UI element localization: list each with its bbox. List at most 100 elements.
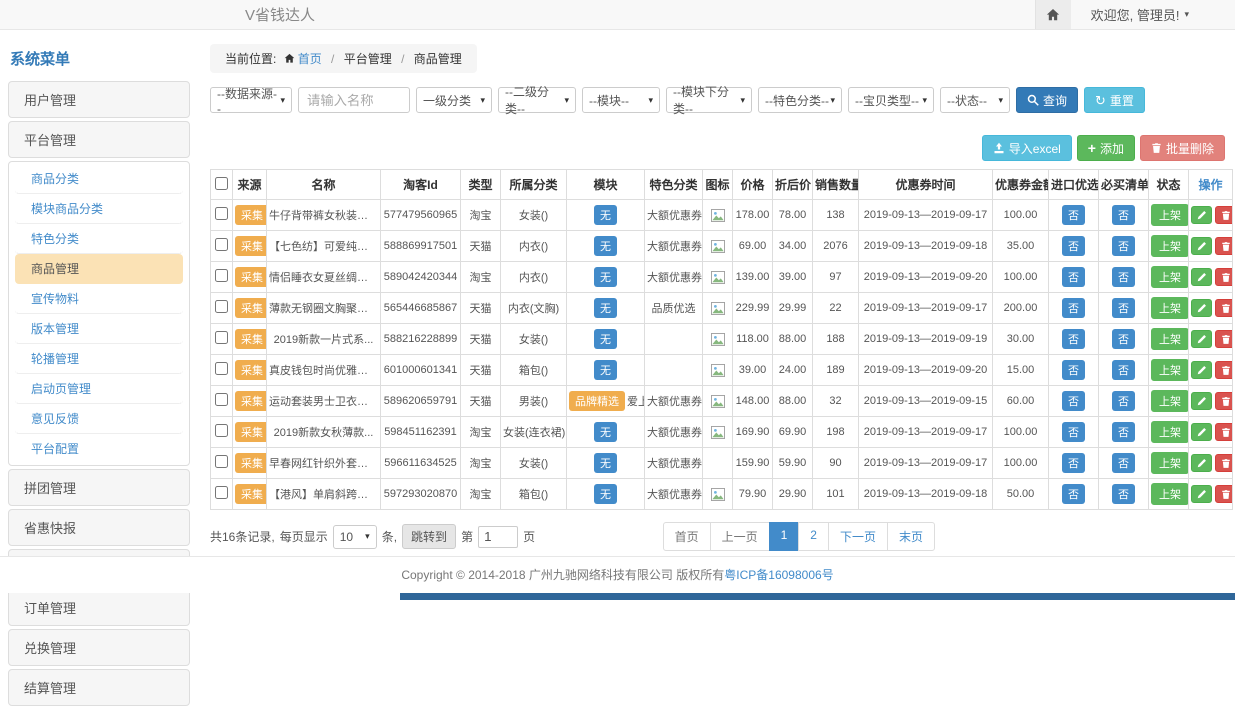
select-all-checkbox[interactable] (215, 177, 228, 190)
add-button[interactable]: + 添加 (1077, 135, 1135, 161)
sidebar-group[interactable]: 省惠快报 (8, 509, 190, 546)
imported-badge[interactable]: 否 (1062, 391, 1085, 411)
delete-button[interactable] (1215, 330, 1233, 348)
filter-select-module-sub[interactable]: --模块下分类--▾ (666, 87, 752, 113)
icp-link[interactable]: 粤ICP备16098006号 (724, 568, 833, 582)
sidebar-group[interactable]: 拼团管理 (8, 469, 190, 506)
status-badge[interactable]: 上架 (1151, 328, 1189, 350)
filter-select-feature[interactable]: --特色分类--▾ (758, 87, 842, 113)
row-checkbox[interactable] (215, 238, 228, 251)
must-buy-badge[interactable]: 否 (1112, 484, 1135, 504)
sidebar-item[interactable]: 版本管理 (15, 314, 183, 344)
sidebar-item[interactable]: 平台配置 (15, 434, 183, 463)
page-button[interactable]: 2 (798, 522, 829, 551)
jump-page-input[interactable] (478, 526, 518, 548)
reset-button[interactable]: ↻ 重置 (1084, 87, 1145, 113)
imported-badge[interactable]: 否 (1062, 267, 1085, 287)
row-checkbox[interactable] (215, 269, 228, 282)
delete-button[interactable] (1215, 454, 1233, 472)
status-badge[interactable]: 上架 (1151, 359, 1189, 381)
sidebar-item[interactable]: 商品管理 (15, 254, 183, 284)
status-badge[interactable]: 上架 (1151, 297, 1189, 319)
filter-select-item-type[interactable]: --宝贝类型--▾ (848, 87, 934, 113)
row-checkbox[interactable] (215, 207, 228, 220)
edit-button[interactable] (1191, 237, 1212, 255)
delete-button[interactable] (1215, 237, 1233, 255)
must-buy-badge[interactable]: 否 (1112, 267, 1135, 287)
status-badge[interactable]: 上架 (1151, 266, 1189, 288)
status-badge[interactable]: 上架 (1151, 390, 1189, 412)
filter-select-category1[interactable]: 一级分类▾ (416, 87, 492, 113)
edit-button[interactable] (1191, 485, 1212, 503)
sidebar-item[interactable]: 特色分类 (15, 224, 183, 254)
sidebar-item[interactable]: 宣传物料 (15, 284, 183, 314)
sidebar-item[interactable]: 模块商品分类 (15, 194, 183, 224)
must-buy-badge[interactable]: 否 (1112, 422, 1135, 442)
imported-badge[interactable]: 否 (1062, 484, 1085, 504)
sidebar-item[interactable]: 意见反馈 (15, 404, 183, 434)
imported-badge[interactable]: 否 (1062, 422, 1085, 442)
breadcrumb-home-link[interactable]: 首页 (280, 52, 322, 66)
row-checkbox[interactable] (215, 362, 228, 375)
search-button[interactable]: 查询 (1016, 87, 1078, 113)
row-checkbox[interactable] (215, 486, 228, 499)
filter-select-module[interactable]: --模块--▾ (582, 87, 660, 113)
filter-select-status[interactable]: --状态--▾ (940, 87, 1010, 113)
sidebar-group[interactable]: 平台管理 (8, 121, 190, 158)
sidebar-group[interactable]: 用户管理 (8, 81, 190, 118)
edit-button[interactable] (1191, 268, 1212, 286)
imported-badge[interactable]: 否 (1062, 360, 1085, 380)
edit-button[interactable] (1191, 330, 1212, 348)
delete-button[interactable] (1215, 423, 1233, 441)
must-buy-badge[interactable]: 否 (1112, 453, 1135, 473)
row-checkbox[interactable] (215, 393, 228, 406)
edit-button[interactable] (1191, 423, 1212, 441)
page-button[interactable]: 末页 (887, 522, 935, 551)
sidebar-item[interactable]: 轮播管理 (15, 344, 183, 374)
delete-button[interactable] (1215, 485, 1233, 503)
delete-button[interactable] (1215, 206, 1233, 224)
must-buy-badge[interactable]: 否 (1112, 391, 1135, 411)
must-buy-badge[interactable]: 否 (1112, 329, 1135, 349)
filter-select-category2[interactable]: --二级分类--▾ (498, 87, 576, 113)
page-button[interactable]: 1 (769, 522, 800, 551)
imported-badge[interactable]: 否 (1062, 298, 1085, 318)
import-excel-button[interactable]: 导入excel (982, 135, 1072, 161)
page-button[interactable]: 上一页 (710, 522, 770, 551)
imported-badge[interactable]: 否 (1062, 453, 1085, 473)
delete-button[interactable] (1215, 268, 1233, 286)
status-badge[interactable]: 上架 (1151, 204, 1189, 226)
imported-badge[interactable]: 否 (1062, 236, 1085, 256)
edit-button[interactable] (1191, 454, 1212, 472)
edit-button[interactable] (1191, 361, 1212, 379)
row-checkbox[interactable] (215, 300, 228, 313)
status-badge[interactable]: 上架 (1151, 421, 1189, 443)
must-buy-badge[interactable]: 否 (1112, 298, 1135, 318)
page-size-select[interactable]: 10▾ (333, 525, 377, 549)
must-buy-badge[interactable]: 否 (1112, 360, 1135, 380)
delete-button[interactable] (1215, 392, 1233, 410)
status-badge[interactable]: 上架 (1151, 483, 1189, 505)
imported-badge[interactable]: 否 (1062, 329, 1085, 349)
imported-badge[interactable]: 否 (1062, 205, 1085, 225)
jump-button[interactable]: 跳转到 (402, 524, 456, 549)
sidebar-item[interactable]: 启动页管理 (15, 374, 183, 404)
page-button[interactable]: 下一页 (828, 522, 888, 551)
row-checkbox[interactable] (215, 455, 228, 468)
edit-button[interactable] (1191, 392, 1212, 410)
filter-select-data-source[interactable]: --数据来源--▾ (210, 87, 292, 113)
sidebar-item[interactable]: 商品分类 (15, 164, 183, 194)
edit-button[interactable] (1191, 299, 1212, 317)
breadcrumb-home-text[interactable]: 首页 (298, 52, 322, 66)
row-checkbox[interactable] (215, 331, 228, 344)
must-buy-badge[interactable]: 否 (1112, 236, 1135, 256)
sidebar-group[interactable]: 订单管理 (8, 589, 190, 626)
user-menu[interactable]: 欢迎您, 管理员! ▾ (1091, 5, 1189, 24)
sidebar-group[interactable]: 兑换管理 (8, 629, 190, 666)
name-search-input[interactable] (298, 87, 410, 113)
home-button[interactable] (1035, 0, 1071, 29)
edit-button[interactable] (1191, 206, 1212, 224)
must-buy-badge[interactable]: 否 (1112, 205, 1135, 225)
status-badge[interactable]: 上架 (1151, 235, 1189, 257)
delete-button[interactable] (1215, 299, 1233, 317)
